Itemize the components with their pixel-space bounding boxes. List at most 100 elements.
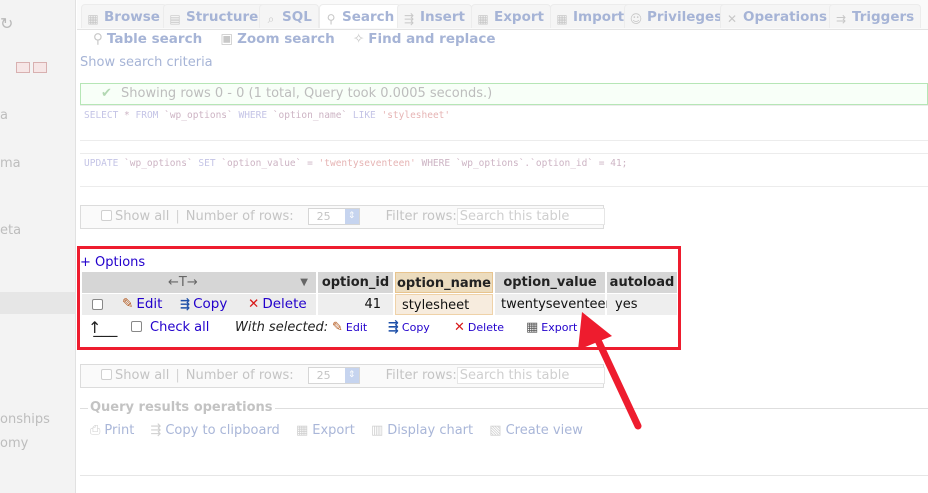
sql-text: `option_name` [267,110,353,121]
sql-update-box[interactable]: UPDATE `wp_options` SET `option_value` =… [80,153,928,187]
rows-label: Number of rows: [185,368,294,383]
fieldset-legend: Query results operations [88,400,275,415]
link-label: Zoom search [237,31,335,47]
tab-import[interactable]: ▦ Import [550,4,632,28]
printer-icon: ⎙ [90,423,101,438]
search-subnav: ⚲ Table search ▣ Zoom search ✧ Find and rep… [93,31,510,51]
checkmark-icon: ✔ [101,86,112,101]
show-all-checkbox[interactable] [101,210,112,221]
tab-privileges[interactable]: ☺ Privileges [624,4,730,28]
copy-icon: ⇶ [150,423,162,438]
tab-label: Export [494,9,544,25]
tab-search[interactable]: ⚲ Search [319,4,402,28]
tab-label: SQL [282,9,312,25]
sidebar-item[interactable]: ma [0,156,21,171]
chart-icon: ▥ [370,423,384,438]
link-label: Print [104,423,135,438]
find-replace-icon: ✧ [352,31,365,47]
zoom-search-link[interactable]: ▣ Zoom search [220,31,334,47]
sidebar-item[interactable]: onships [0,412,50,427]
print-link[interactable]: ⎙ Print [90,423,134,438]
wrench-icon: ✕ [726,12,738,26]
rows-select[interactable]: 25 ⇕ [307,367,360,384]
table-navigation-top: Show all | Number of rows: 25 ⇕ Filter rows: S… [80,205,605,229]
sql-icon: ⌕ [267,12,275,26]
show-all-label: Show all [115,368,170,383]
query-results-operations: Query results operations ⎙ Print ⇶ Copy to… [80,400,928,452]
tab-insert[interactable]: ⇶ Insert [397,4,472,28]
link-label: Create view [505,423,583,438]
export-link[interactable]: ▦ Export [296,423,355,438]
show-all-label: Show all [115,209,170,224]
success-text: Showing rows 0 - 0 (1 total, Query took … [121,86,493,101]
link-label: Copy to clipboard [165,423,280,438]
link-label: Find and replace [368,31,496,47]
search-icon: ⚲ [93,31,103,47]
create-view-link[interactable]: ▧ Create view [489,423,583,438]
sql-query-box[interactable]: SELECT * FROM `wp_options` WHERE `option… [80,105,928,141]
sidebar-controls [16,62,52,76]
sidebar-selected-row[interactable] [0,292,75,314]
chevron-down-icon: ⇕ [344,368,359,383]
sidebar-item[interactable]: eta [0,223,21,238]
sql-keyword: SET [198,158,216,169]
sidebar-item[interactable]: a [0,108,8,123]
sql-text: WHERE `wp_options`.`option_id` = 41; [415,158,628,169]
sql-keyword: SELECT [84,110,119,121]
sql-text: * [118,110,136,121]
reload-icon[interactable]: ↻ [0,14,13,33]
import-icon: ▦ [556,12,568,26]
chevron-down-icon: ⇕ [344,209,359,224]
sidebar-item[interactable]: omy [0,436,28,451]
tab-label: Insert [420,9,465,25]
sql-keyword: LIKE [352,110,376,121]
table-search-link[interactable]: ⚲ Table search [93,31,202,47]
rows-value: 25 [316,210,331,223]
filter-label: Filter rows: [385,368,457,383]
sql-keyword: UPDATE [84,158,119,169]
rows-value: 25 [316,369,331,382]
tab-triggers[interactable]: ⇉ Triggers [829,4,922,28]
link-icon[interactable] [33,62,47,73]
copy-clipboard-link[interactable]: ⇶ Copy to clipboard [150,423,279,438]
show-all-checkbox[interactable] [101,369,112,380]
show-search-criteria-link[interactable]: Show search criteria [80,55,213,70]
tab-label: Triggers [852,9,915,25]
display-chart-link[interactable]: ▥ Display chart [371,423,473,438]
query-results-links: ⎙ Print ⇶ Copy to clipboard ▦ Export ▥ Displ… [90,423,595,438]
sql-keyword: WHERE [238,110,268,121]
insert-icon: ⇶ [403,12,415,26]
view-icon: ▧ [489,423,502,438]
tab-operations[interactable]: ✕ Operations [720,4,835,28]
rows-select[interactable]: 25 ⇕ [307,208,360,225]
tab-label: Structure [186,9,259,25]
sql-string: 'twentyseventeen' [318,158,416,169]
collapse-icon[interactable] [16,62,30,73]
divider [80,475,928,476]
sql-text: `option_value` = [215,158,319,169]
highlight-box [77,246,681,350]
sql-keyword: FROM [135,110,159,121]
tab-label: Operations [743,9,828,25]
sql-string: 'stylesheet' [375,110,451,121]
tab-export[interactable]: ▦ Export [471,4,551,28]
triggers-icon: ⇉ [835,12,847,26]
filter-rows-input[interactable]: Search this table [456,367,605,384]
find-replace-link[interactable]: ✧ Find and replace [353,31,496,47]
link-label: Export [312,423,355,438]
sql-text: `wp_options` [158,110,239,121]
tab-browse[interactable]: ▦ Browse [81,4,167,28]
filter-rows-input[interactable]: Search this table [456,208,605,225]
tab-structure[interactable]: ▤ Structure [163,4,266,28]
navigation-sidebar: ↻ a ma eta onships omy [0,0,76,493]
sql-text: `wp_options` [118,158,199,169]
success-message: ✔ Showing rows 0 - 0 (1 total, Query too… [80,83,928,105]
table-navigation-bottom: Show all | Number of rows: 25 ⇕ Filter rows: S… [80,364,605,388]
zoom-icon: ▣ [220,31,234,47]
search-icon: ⚲ [326,12,336,26]
tab-label: Browse [104,9,160,25]
export-icon: ▦ [477,12,489,26]
privileges-icon: ☺ [629,12,643,26]
tab-sql[interactable]: ⌕ SQL [259,4,319,28]
link-label: Table search [106,31,203,47]
